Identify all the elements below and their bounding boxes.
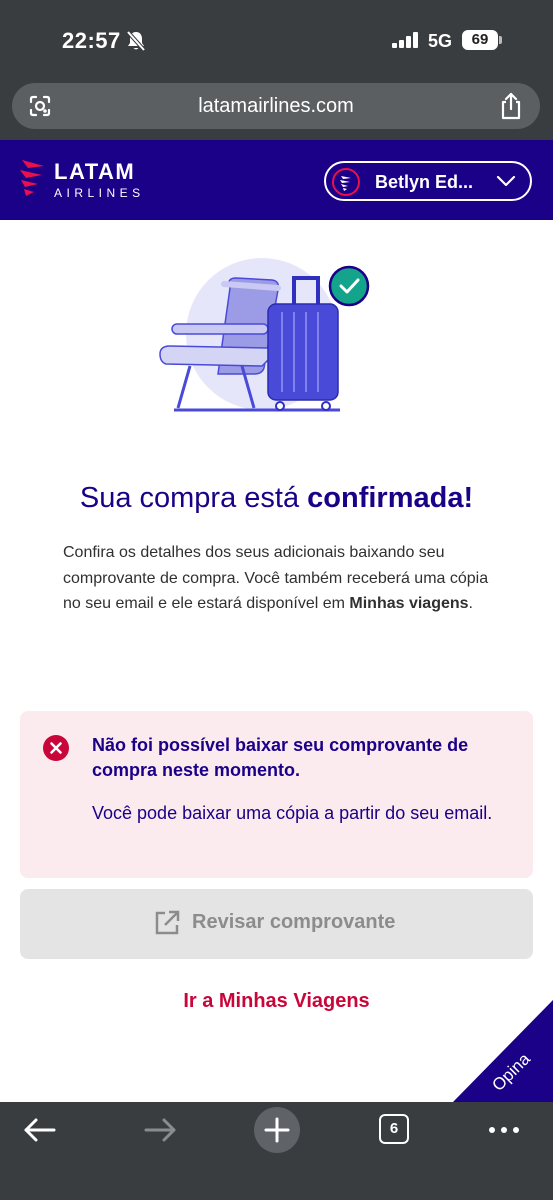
description-end: . <box>468 595 473 612</box>
more-menu-icon[interactable] <box>488 1122 520 1140</box>
user-menu-button[interactable]: Betlyn Ed... <box>324 161 532 201</box>
back-arrow-icon[interactable] <box>22 1116 58 1149</box>
signal-icon <box>392 32 420 53</box>
address-bar[interactable]: latamairlines.com <box>12 83 540 129</box>
review-receipt-button[interactable]: Revisar comprovante <box>20 889 533 959</box>
site-header: LATAM AIRLINES Betlyn Ed... <box>0 140 553 220</box>
my-trips-emphasis: Minhas viagens <box>349 595 469 612</box>
seat-luggage-illustration <box>150 258 380 423</box>
url-text: latamairlines.com <box>198 95 354 117</box>
confirmation-description: Confira os detalhes dos seus adicionais … <box>63 540 503 617</box>
review-receipt-label: Revisar comprovante <box>192 911 396 933</box>
battery-indicator: 69 <box>462 30 498 50</box>
external-link-icon <box>153 909 181 942</box>
browser-toolbar: latamairlines.com <box>0 80 553 140</box>
logo-subtext: AIRLINES <box>54 186 145 200</box>
confirmation-title: Sua compra está confirmada! <box>0 482 553 515</box>
new-tab-button[interactable] <box>254 1107 300 1153</box>
user-name: Betlyn Ed... <box>375 172 474 192</box>
title-prefix: Sua compra está <box>79 482 308 514</box>
plus-icon <box>264 1117 290 1143</box>
alert-body: Você pode baixar uma cópia a partir do s… <box>92 803 493 823</box>
download-error-alert: Não foi possível baixar seu comprovante … <box>20 711 533 878</box>
status-bar: 22:57 5G 69 <box>0 0 553 80</box>
network-label: 5G <box>428 31 453 51</box>
tab-switcher-button[interactable]: 6 <box>379 1114 409 1144</box>
logo-text[interactable]: LATAM <box>54 159 135 185</box>
latam-logo-icon[interactable] <box>18 158 48 203</box>
title-emphasis: confirmada! <box>307 482 474 514</box>
bell-muted-icon <box>126 30 146 57</box>
battery-nub <box>499 36 502 44</box>
status-time: 22:57 <box>62 28 121 53</box>
share-icon[interactable] <box>498 92 524 125</box>
feedback-tab[interactable]: Opina <box>453 1000 553 1102</box>
error-icon <box>43 735 69 766</box>
alert-title: Não foi possível baixar seu comprovante … <box>92 735 469 780</box>
browser-bottom-nav: 6 <box>0 1102 553 1200</box>
chevron-down-icon <box>496 173 516 194</box>
forward-arrow-icon[interactable] <box>142 1116 178 1149</box>
user-avatar-icon <box>332 168 360 196</box>
